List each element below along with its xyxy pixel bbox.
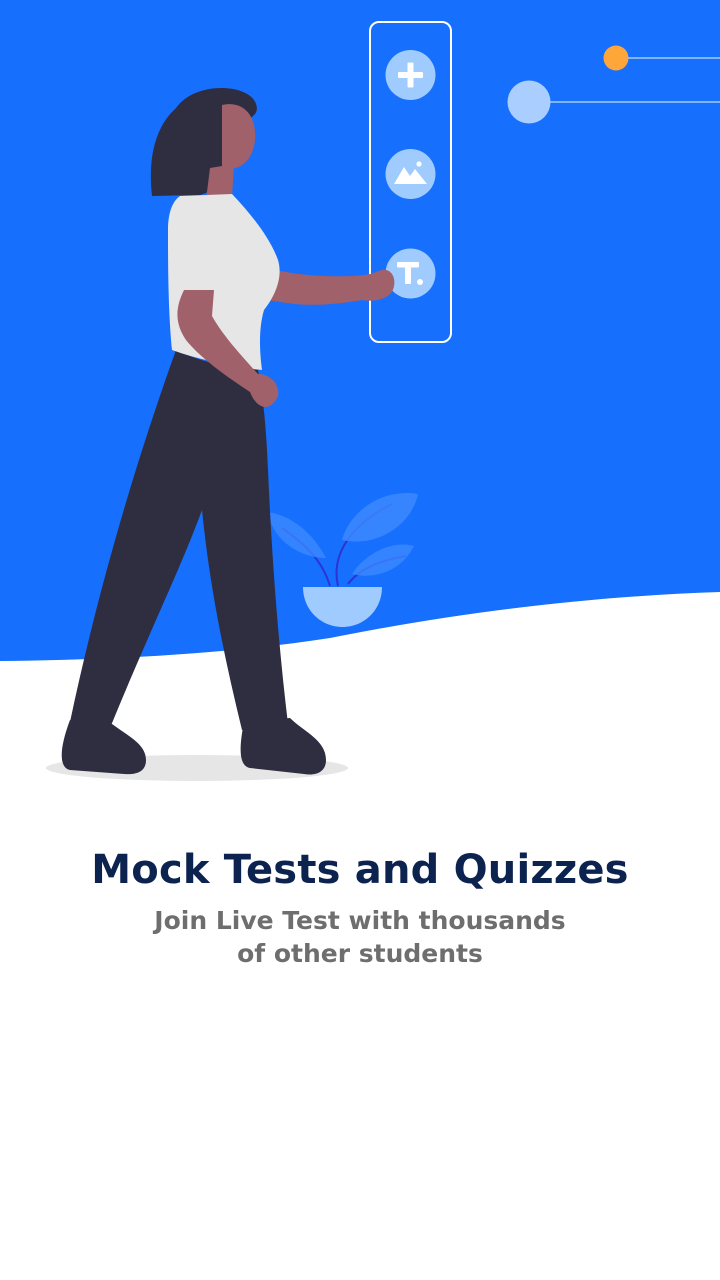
blue-wave-background <box>0 0 720 661</box>
page-title: Mock Tests and Quizzes <box>91 847 629 893</box>
plus-icon[interactable] <box>385 50 436 100</box>
page-subtitle: Join Live Test with thousands of other s… <box>154 906 566 968</box>
hero-illustration <box>0 0 720 800</box>
image-icon[interactable] <box>385 149 436 199</box>
text-icon[interactable] <box>385 248 436 299</box>
onboarding-screen: Mock Tests and Quizzes Join Live Test wi… <box>0 0 720 1280</box>
onboarding-text: Mock Tests and Quizzes Join Live Test wi… <box>0 840 720 970</box>
